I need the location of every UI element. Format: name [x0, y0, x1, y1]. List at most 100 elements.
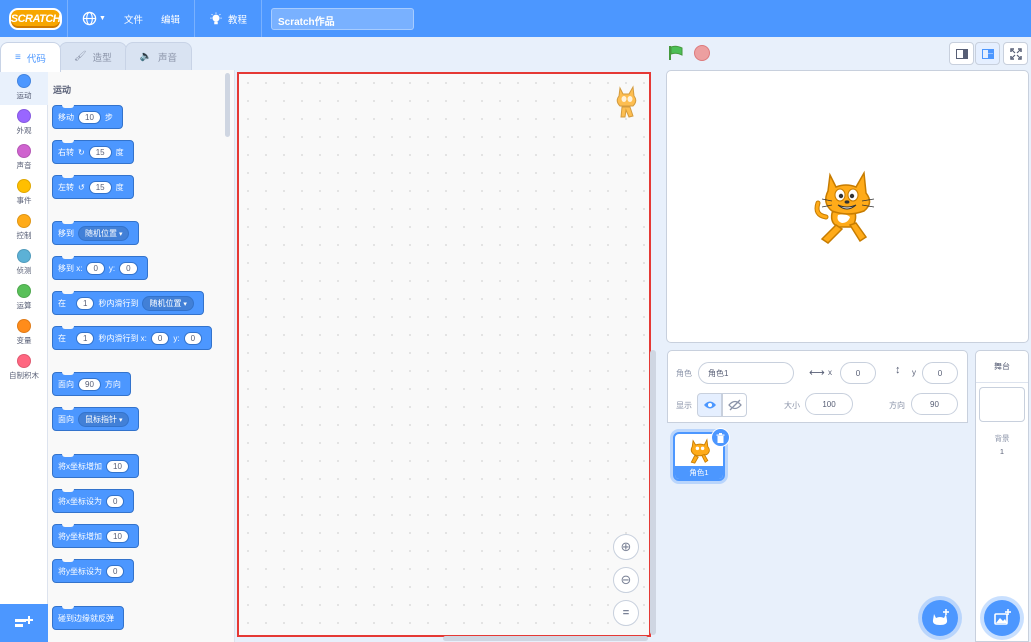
edit-menu[interactable]: 编辑	[152, 0, 189, 37]
large-stage-icon	[981, 48, 994, 59]
x-set-input[interactable]: 0	[106, 494, 125, 508]
block-glide-xy[interactable]: 在 1 秒内滑行到 x: 0 y: 0	[52, 326, 213, 350]
goto-target-dropdown[interactable]: 随机位置	[78, 225, 130, 241]
add-extension-icon	[15, 616, 33, 627]
tab-code[interactable]: ≡ 代码	[0, 42, 61, 72]
towards-dropdown[interactable]: 鼠标指针	[78, 411, 130, 427]
block-bounce-on-edge[interactable]: 碰到边缘就反弹	[52, 606, 124, 630]
cat-sprite-icon	[690, 438, 710, 464]
block-point-towards[interactable]: 面向 鼠标指针	[52, 407, 140, 431]
degrees-input[interactable]: 15	[88, 145, 112, 159]
y-change-input[interactable]: 10	[106, 529, 129, 543]
steps-input[interactable]: 10	[78, 110, 101, 124]
large-stage-button[interactable]	[975, 42, 1000, 65]
y-input[interactable]: 0	[119, 261, 138, 275]
category-looks[interactable]: 外观	[0, 105, 48, 140]
y-set-input[interactable]: 0	[106, 564, 125, 578]
category-dot	[17, 109, 31, 123]
tab-costumes[interactable]: 🖌 造型	[58, 42, 127, 70]
code-workspace[interactable]: ⊕ ⊖ =	[237, 72, 651, 637]
cat-sprite-icon	[616, 85, 637, 118]
stage-canvas[interactable]	[666, 70, 1029, 343]
zoom-in-icon: ⊕	[620, 539, 632, 554]
zoom-reset-button[interactable]: =	[613, 600, 639, 626]
cat-sprite-icon[interactable]	[808, 167, 888, 247]
y-position-input[interactable]: 0	[922, 362, 958, 384]
file-menu[interactable]: 文件	[115, 0, 152, 37]
tutorials-menu[interactable]: 教程	[200, 0, 256, 37]
language-menu[interactable]: ▼	[73, 0, 115, 37]
zoom-in-button[interactable]: ⊕	[613, 534, 639, 560]
block-change-x[interactable]: 将x坐标增加 10	[52, 454, 139, 478]
fullscreen-button[interactable]	[1003, 42, 1028, 65]
project-title-input[interactable]: Scratch作品	[270, 7, 414, 30]
scratch-logo[interactable]: SCRATCH	[9, 7, 62, 30]
code-vertical-scrollbar[interactable]	[650, 350, 656, 635]
block-set-x[interactable]: 将x坐标设为 0	[52, 489, 135, 513]
x-position-input[interactable]: 0	[840, 362, 876, 384]
stage-target-pane[interactable]: 舞台 背景 1	[975, 350, 1029, 642]
block-glide[interactable]: 在 1 秒内滑行到 随机位置	[52, 291, 204, 315]
add-extension-button[interactable]	[0, 604, 48, 642]
category-motion[interactable]: 运动	[0, 70, 48, 105]
eye-icon	[703, 401, 716, 409]
palette-scrollbar[interactable]	[225, 73, 230, 137]
x-input[interactable]: 0	[150, 331, 170, 345]
category-control[interactable]: 控制	[0, 210, 48, 245]
category-dot	[17, 249, 31, 263]
block-set-y[interactable]: 将y坐标设为 0	[52, 559, 135, 583]
category-dot	[17, 284, 31, 298]
block-point-direction[interactable]: 面向 90 方向	[52, 372, 131, 396]
seconds-input[interactable]: 1	[76, 296, 95, 310]
block-goto-xy[interactable]: 移到 x: 0 y: 0	[52, 256, 148, 280]
direction-input[interactable]: 90	[911, 393, 958, 415]
delete-sprite-button[interactable]	[711, 428, 730, 447]
tab-sounds[interactable]: 🔈 声音	[124, 42, 193, 70]
code-horizontal-scrollbar[interactable]	[443, 636, 648, 641]
x-change-input[interactable]: 10	[106, 459, 129, 473]
show-sprite-button[interactable]	[697, 393, 722, 417]
category-dot	[17, 144, 31, 158]
category-my-blocks[interactable]: 自制积木	[0, 350, 48, 385]
x-input[interactable]: 0	[86, 261, 105, 275]
add-backdrop-icon	[994, 609, 1011, 625]
rotate-left-icon: ↺	[78, 182, 85, 192]
category-variables[interactable]: 变量	[0, 315, 48, 350]
block-turn-right[interactable]: 右转 ↻ 15 度	[52, 140, 134, 164]
backdrop-count: 1	[999, 447, 1005, 456]
y-input[interactable]: 0	[183, 331, 203, 345]
choose-sprite-button[interactable]	[922, 600, 958, 636]
choose-backdrop-button[interactable]	[984, 600, 1020, 636]
category-sound[interactable]: 声音	[0, 140, 48, 175]
add-sprite-icon	[932, 609, 949, 625]
sprite-name-label: 角色	[676, 369, 692, 378]
speaker-icon: 🔈	[139, 51, 153, 62]
backdrop-label: 背景	[994, 434, 1010, 443]
block-change-y[interactable]: 将y坐标增加 10	[52, 524, 139, 548]
direction-label: 方向	[889, 401, 905, 410]
degrees-input[interactable]: 15	[88, 180, 112, 194]
zoom-out-icon: ⊖	[620, 572, 632, 587]
seconds-input[interactable]: 1	[76, 331, 95, 345]
stop-button[interactable]	[694, 45, 710, 61]
size-input[interactable]: 100	[805, 393, 853, 415]
lightbulb-icon	[210, 11, 222, 24]
backdrop-thumbnail[interactable]	[979, 387, 1025, 422]
block-move-steps[interactable]: 移动 10 步	[52, 105, 123, 129]
category-sensing[interactable]: 侦测	[0, 245, 48, 280]
zoom-out-button[interactable]: ⊖	[613, 567, 639, 593]
hide-sprite-button[interactable]	[722, 393, 747, 417]
category-operators[interactable]: 运算	[0, 280, 48, 315]
glide-target-dropdown[interactable]: 随机位置	[142, 295, 194, 311]
category-events[interactable]: 事件	[0, 175, 48, 210]
sprite-name-input[interactable]: 角色1	[698, 362, 794, 384]
category-dot	[17, 354, 31, 368]
y-label: y	[912, 368, 916, 377]
direction-input[interactable]: 90	[78, 377, 101, 391]
equals-icon: =	[622, 607, 630, 619]
small-stage-button[interactable]	[949, 42, 974, 65]
block-turn-left[interactable]: 左转 ↺ 15 度	[52, 175, 134, 199]
block-goto[interactable]: 移到 随机位置	[52, 221, 140, 245]
category-dot	[17, 214, 31, 228]
green-flag-icon[interactable]	[668, 45, 684, 61]
